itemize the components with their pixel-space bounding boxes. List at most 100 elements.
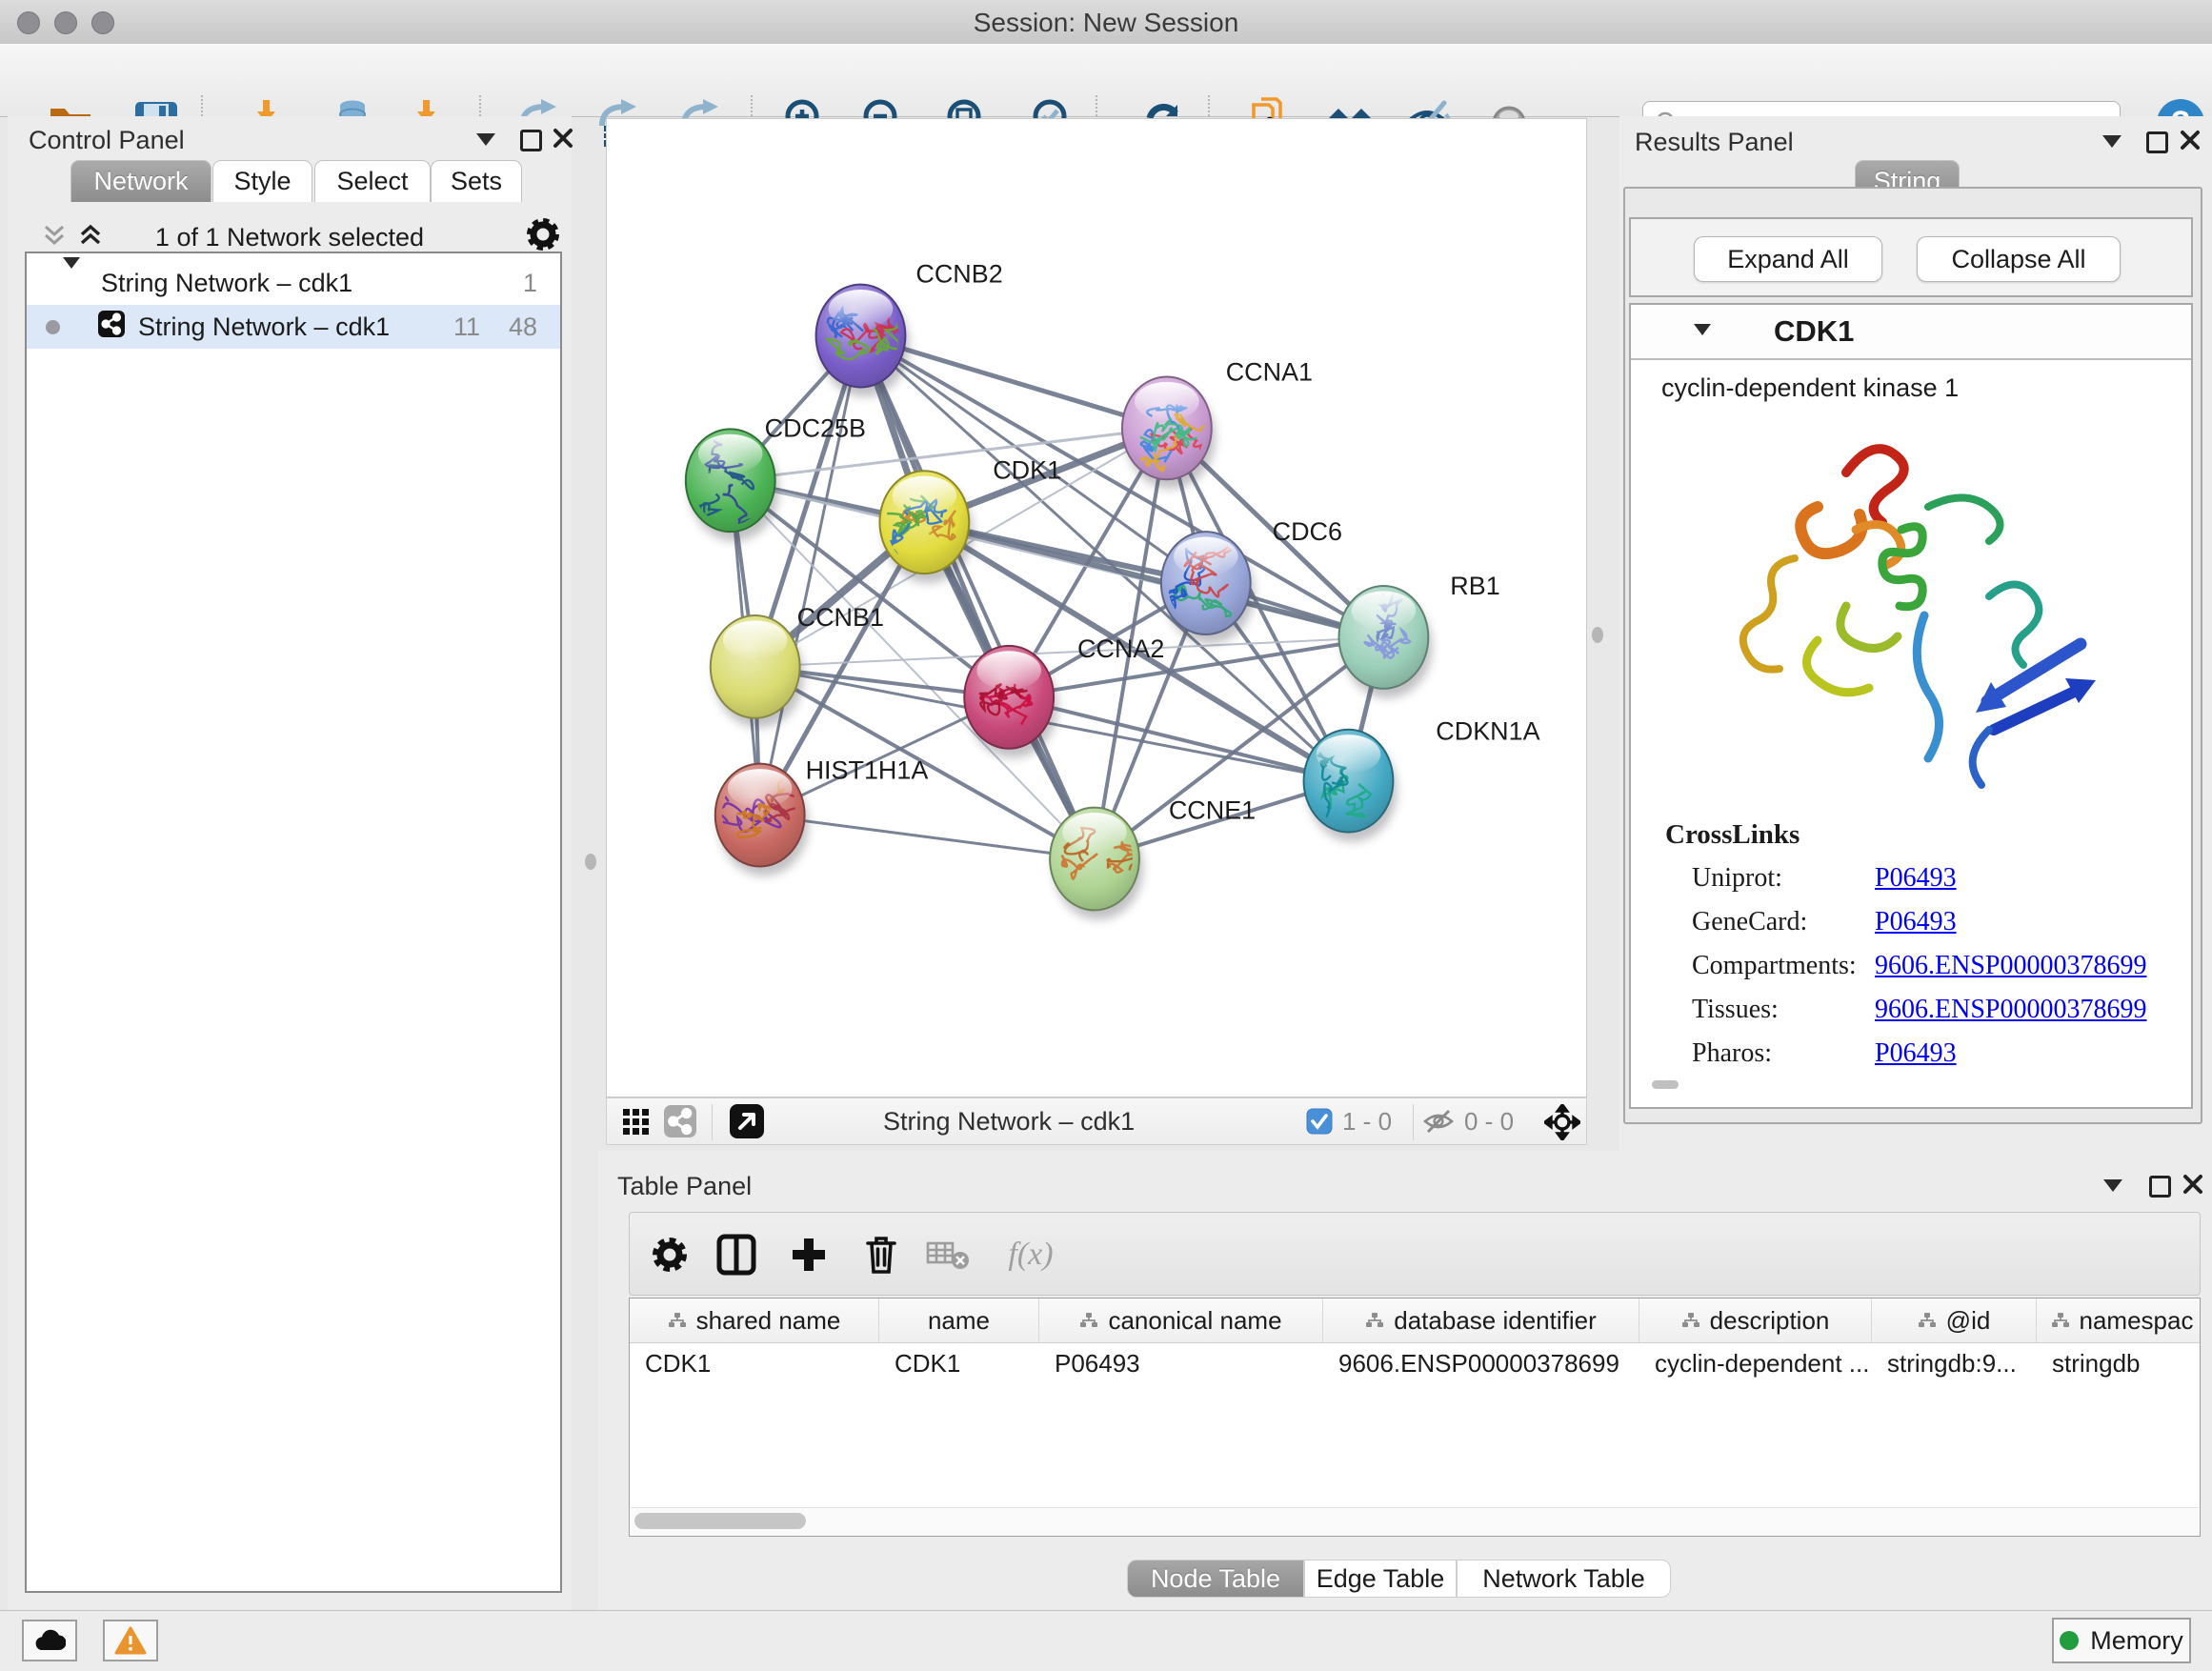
table-cell[interactable]: 9606.ENSP00000378699 — [1323, 1342, 1639, 1384]
function-builder-icon: f(x) — [990, 1228, 1072, 1281]
window-title: Session: New Session — [0, 8, 2212, 38]
network-collection-row[interactable]: String Network – cdk1 1 — [27, 261, 560, 305]
network-view-title: String Network – cdk1 — [883, 1107, 1135, 1137]
column-header-description[interactable]: description — [1639, 1299, 1872, 1342]
column-header-name[interactable]: name — [879, 1299, 1039, 1342]
column-header-namespac[interactable]: namespac — [2037, 1299, 2201, 1342]
network-node-CCNB2[interactable]: CCNB2 — [816, 260, 1003, 397]
network-share-icon[interactable] — [664, 1105, 696, 1137]
network-node-HIST1H1A[interactable]: HIST1H1A — [706, 756, 928, 876]
node-label-HIST1H1A: HIST1H1A — [806, 756, 929, 785]
tab-style[interactable]: Style — [212, 160, 312, 202]
left-splitter-handle[interactable] — [585, 854, 596, 870]
gene-header-row[interactable]: CDK1 — [1631, 305, 2191, 360]
crosslink-link[interactable]: 9606.ENSP00000378699 — [1875, 995, 2146, 1024]
results-panel: Results Panel String Expand All Collapse… — [1619, 116, 2212, 1151]
network-node-CDC6[interactable]: CDC6 — [1156, 517, 1342, 644]
crosslink-link[interactable]: P06493 — [1875, 863, 1957, 893]
table-cell[interactable]: CDK1 — [630, 1342, 879, 1384]
panel-close-icon[interactable] — [2180, 130, 2201, 155]
string-network-icon — [98, 311, 125, 344]
crosslink-link[interactable]: 9606.ENSP00000378699 — [1875, 951, 2146, 980]
add-column-icon[interactable] — [782, 1228, 835, 1281]
cloud-icon — [33, 1629, 66, 1652]
selected-counts: 1 - 0 — [1342, 1107, 1392, 1137]
tab-network[interactable]: Network — [70, 160, 211, 202]
column-header-database-identifier[interactable]: database identifier — [1323, 1299, 1639, 1342]
memory-label: Memory — [2090, 1626, 2183, 1656]
network-node-RB1[interactable]: RB1 — [1339, 572, 1500, 698]
warnings-button[interactable] — [103, 1620, 158, 1661]
panel-menu-icon[interactable] — [2102, 135, 2122, 148]
node-table[interactable]: shared namenamecanonical namedatabase id… — [629, 1298, 2201, 1537]
tab-edge-table[interactable]: Edge Table — [1304, 1560, 1457, 1598]
column-header--id[interactable]: @id — [1872, 1299, 2037, 1342]
table-cell[interactable]: stringdb — [2037, 1342, 2201, 1384]
panel-float-icon[interactable] — [2146, 131, 2168, 153]
crosslink-row: Uniprot:P06493 — [1692, 863, 1957, 894]
card-scrollbar-thumb[interactable] — [1652, 1080, 1679, 1089]
crosshair-move-icon[interactable] — [1544, 1104, 1580, 1140]
expand-all-button[interactable]: Expand All — [1694, 236, 1882, 282]
collapse-triangle-icon[interactable] — [63, 269, 80, 298]
node-label-CDC25B: CDC25B — [765, 413, 866, 442]
table-cell[interactable]: stringdb:9... — [1872, 1342, 2037, 1384]
node-label-CCNA1: CCNA1 — [1226, 357, 1313, 386]
panel-close-icon[interactable] — [2182, 1174, 2203, 1199]
panel-menu-icon[interactable] — [476, 133, 495, 146]
crosslink-label: Pharos: — [1692, 1038, 1875, 1069]
network-node-CDC25B[interactable]: CDC25B — [682, 413, 866, 541]
table-toolbar: f(x) — [629, 1212, 2201, 1296]
tab-node-table[interactable]: Node Table — [1127, 1560, 1304, 1598]
crosslink-label: Compartments: — [1692, 951, 1875, 981]
network-canvas[interactable]: CCNB2 CCNA1 CDC25B CDK1 CDC6 — [606, 118, 1587, 1097]
network-tree: String Network – cdk1 1 String Network –… — [25, 252, 562, 1593]
selected-checkbox-icon[interactable] — [1306, 1108, 1333, 1135]
panel-float-icon[interactable] — [520, 130, 542, 151]
grid-view-icon[interactable] — [622, 1108, 651, 1137]
network-edge-count: 48 — [509, 312, 537, 342]
tab-network-table[interactable]: Network Table — [1457, 1560, 1671, 1598]
open-in-window-icon[interactable] — [729, 1103, 765, 1139]
show-columns-icon[interactable] — [710, 1228, 763, 1281]
status-bar: Memory — [0, 1610, 2212, 1671]
memory-status-dot — [2060, 1631, 2079, 1650]
crosslink-row: Compartments:9606.ENSP00000378699 — [1692, 951, 2146, 981]
network-node-CCNB1[interactable]: CCNB1 — [711, 603, 884, 728]
gene-name: CDK1 — [1774, 314, 1854, 349]
crosslink-link[interactable]: P06493 — [1875, 907, 1957, 936]
table-cell[interactable]: P06493 — [1039, 1342, 1323, 1384]
node-label-CDC6: CDC6 — [1273, 517, 1342, 546]
tab-sets[interactable]: Sets — [431, 160, 522, 202]
main-toolbar: ? — [0, 44, 2212, 117]
delete-column-trash-icon[interactable] — [855, 1228, 908, 1281]
table-panel: Table Panel f(x) shared namenam — [598, 1151, 2212, 1610]
panel-close-icon[interactable] — [553, 128, 573, 153]
table-hscrollbar-thumb[interactable] — [634, 1513, 806, 1529]
network-node-CDKN1A[interactable]: CDKN1A — [1304, 717, 1540, 842]
table-hscrollbar[interactable] — [631, 1507, 2199, 1535]
panel-float-icon[interactable] — [2149, 1176, 2171, 1198]
crosslink-label: Uniprot: — [1692, 863, 1875, 894]
table-cell[interactable]: cyclin-dependent ... — [1639, 1342, 1872, 1384]
gear-icon[interactable] — [526, 217, 560, 256]
crosslink-row: Tissues:9606.ENSP00000378699 — [1692, 995, 2146, 1025]
cloud-button[interactable] — [22, 1620, 77, 1661]
memory-button[interactable]: Memory — [2052, 1618, 2191, 1663]
network-node-CDK1[interactable]: CDK1 — [879, 455, 1061, 583]
gene-description: cyclin-dependent kinase 1 — [1661, 373, 1959, 403]
collapse-all-button[interactable]: Collapse All — [1917, 236, 2121, 282]
tab-select[interactable]: Select — [314, 160, 431, 202]
crosslink-link[interactable]: P06493 — [1875, 1038, 1957, 1068]
network-row[interactable]: String Network – cdk1 11 48 — [27, 305, 560, 349]
column-header-shared-name[interactable]: shared name — [630, 1299, 879, 1342]
collapse-triangle-icon[interactable] — [1694, 324, 1711, 335]
column-header-canonical-name[interactable]: canonical name — [1039, 1299, 1323, 1342]
table-cell[interactable]: CDK1 — [879, 1342, 1039, 1384]
network-node-CCNA1[interactable]: CCNA1 — [1122, 357, 1313, 489]
panel-menu-icon[interactable] — [2103, 1179, 2122, 1192]
crosslink-row: Pharos:P06493 — [1692, 1038, 1957, 1069]
right-splitter-handle[interactable] — [1592, 627, 1603, 643]
table-settings-gear-icon[interactable] — [643, 1228, 696, 1281]
node-label-CDK1: CDK1 — [993, 455, 1061, 484]
